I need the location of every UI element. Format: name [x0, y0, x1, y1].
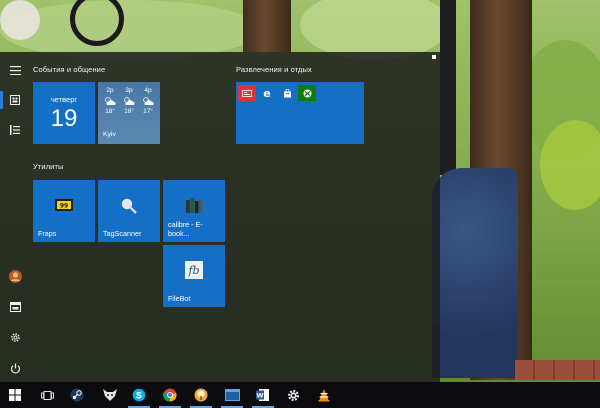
- magnifier-icon: [120, 197, 138, 220]
- tree-trunk: [243, 0, 291, 52]
- task-view-icon: [40, 390, 54, 400]
- entertainment-tile[interactable]: e: [236, 82, 364, 144]
- hamburger-icon[interactable]: [0, 55, 30, 85]
- taskbar: S W: [0, 382, 600, 408]
- tree-app-button[interactable]: [186, 382, 216, 408]
- group-title-social[interactable]: События и общение: [33, 65, 105, 74]
- task-view-button[interactable]: [32, 382, 62, 408]
- user-avatar[interactable]: [0, 261, 30, 291]
- settings-icon: [287, 389, 299, 401]
- start-icon: [9, 389, 21, 401]
- calibre-tile[interactable]: calibre - E- book...: [163, 180, 225, 242]
- tree-app-icon: [194, 388, 208, 402]
- svg-text:S: S: [136, 391, 142, 401]
- brick-curb: [515, 360, 600, 380]
- calibre-label: calibre - E- book...: [168, 220, 203, 238]
- tagscanner-tile[interactable]: TagScanner: [98, 180, 160, 242]
- calendar-day-number: 19: [50, 105, 78, 132]
- foliage: [300, 0, 450, 60]
- partly-cloudy-icon: [142, 97, 154, 105]
- start-button[interactable]: [0, 382, 30, 408]
- fox-app-button[interactable]: [95, 382, 125, 408]
- weather-city: Kyiv: [103, 131, 116, 138]
- person-shirt: [0, 0, 40, 40]
- power-icon[interactable]: [0, 353, 30, 383]
- filebot-icon: fb: [185, 261, 203, 279]
- fraps-label: Fraps: [38, 229, 57, 238]
- settings-button[interactable]: [278, 382, 308, 408]
- skype-button[interactable]: S: [124, 382, 154, 408]
- fraps-tile[interactable]: 99 Fraps: [33, 180, 95, 242]
- partly-cloudy-icon: [123, 97, 135, 105]
- filebot-tile[interactable]: fb FileBot: [163, 245, 225, 307]
- tiles-view-icon[interactable]: [0, 85, 30, 115]
- person-coat: [432, 168, 518, 378]
- start-menu: События и общение Развлечения и отдых Ут…: [0, 52, 440, 382]
- forecast-hour: 4p 17°: [138, 87, 158, 115]
- store-icon[interactable]: [278, 85, 296, 101]
- calendar-day-name: четверг: [50, 95, 78, 104]
- foliage: [540, 120, 600, 210]
- steam-button[interactable]: [62, 382, 92, 408]
- fox-app-icon: [103, 389, 117, 401]
- forecast-temp: 18°: [124, 108, 134, 115]
- forecast-time: 4p: [144, 87, 152, 94]
- foliage: [0, 0, 260, 60]
- forecast-hour: 2p 18°: [100, 87, 120, 115]
- fraps-icon: 99: [55, 197, 73, 218]
- settings-icon[interactable]: [0, 322, 30, 352]
- forecast-time: 3p: [125, 87, 133, 94]
- vlc-icon: [318, 389, 330, 402]
- filebot-label: FileBot: [168, 294, 191, 303]
- resize-handle[interactable]: [432, 55, 436, 59]
- edge-icon[interactable]: e: [258, 85, 276, 101]
- svg-text:W: W: [256, 392, 263, 400]
- window-app-button[interactable]: [217, 382, 247, 408]
- chrome-button[interactable]: [155, 382, 185, 408]
- skype-icon: S: [132, 388, 146, 401]
- bench-post: [440, 0, 456, 175]
- word-button[interactable]: W: [248, 382, 278, 408]
- all-apps-list-icon[interactable]: [0, 115, 30, 145]
- steam-icon: [70, 388, 84, 402]
- window-app-icon: [224, 389, 240, 401]
- forecast-time: 2p: [106, 87, 114, 94]
- group-title-entertainment[interactable]: Развлечения и отдых: [236, 65, 312, 74]
- books-icon: [185, 198, 203, 219]
- chrome-icon: [163, 388, 177, 402]
- weather-tile[interactable]: 2p 18° 3p 18° 4p 17° Kyiv: [98, 82, 160, 144]
- tagscanner-label: TagScanner: [103, 229, 142, 238]
- start-rail: [0, 52, 30, 382]
- svg-text:99: 99: [60, 203, 68, 210]
- forecast-temp: 18°: [105, 108, 115, 115]
- calendar-tile[interactable]: четверг 19: [33, 82, 95, 144]
- word-icon: W: [256, 389, 269, 401]
- forecast-temp: 17°: [143, 108, 153, 115]
- forecast-hour: 3p 18°: [119, 87, 139, 115]
- explorer-icon[interactable]: [0, 292, 30, 322]
- news-icon[interactable]: [238, 85, 256, 101]
- partly-cloudy-icon: [104, 97, 116, 105]
- group-title-utilities[interactable]: Утилиты: [33, 162, 63, 171]
- xbox-icon[interactable]: [298, 85, 316, 101]
- vlc-button[interactable]: [309, 382, 339, 408]
